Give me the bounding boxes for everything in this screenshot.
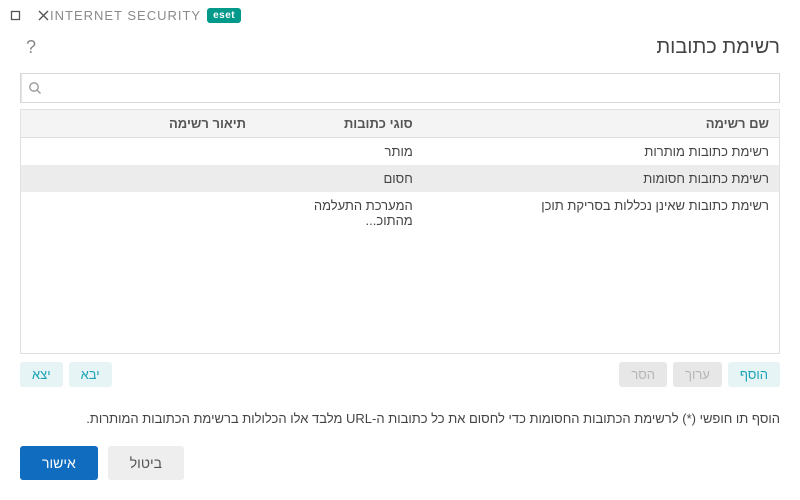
brand-product: INTERNET SECURITY (50, 8, 201, 23)
search-icon[interactable] (21, 74, 47, 102)
add-button[interactable]: הוסף (728, 362, 780, 387)
table-row[interactable]: רשימת כתובות מותרות מותר (21, 138, 779, 165)
table-row[interactable]: רשימת כתובות חסומות חסום (21, 165, 779, 192)
cell-desc (21, 165, 256, 192)
cell-type: מותר (256, 138, 423, 165)
hint-text: הוסף תו חופשי (*) לרשימת הכתובות החסומות… (0, 397, 800, 434)
cell-desc (21, 138, 256, 165)
cell-type: חסום (256, 165, 423, 192)
maximize-icon[interactable] (8, 8, 22, 22)
col-type-header[interactable]: סוגי כתובות (256, 110, 423, 137)
import-button[interactable]: יבא (69, 362, 112, 387)
search-input[interactable] (47, 74, 779, 102)
brand: eset INTERNET SECURITY (50, 8, 241, 23)
close-icon[interactable] (36, 8, 50, 22)
remove-button[interactable]: הסר (619, 362, 667, 387)
cell-name: רשימת כתובות שאינן נכללות בסריקת תוכן (423, 192, 779, 234)
col-desc-header[interactable]: תיאור רשימה (21, 110, 256, 137)
edit-button[interactable]: ערוך (673, 362, 722, 387)
brand-badge: eset (207, 8, 241, 23)
cell-desc (21, 192, 256, 234)
help-icon[interactable]: ? (20, 37, 42, 59)
table-header: שם רשימה סוגי כתובות תיאור רשימה (21, 110, 779, 138)
export-button[interactable]: יצא (20, 362, 63, 387)
search-bar (20, 73, 780, 103)
cancel-button[interactable]: ביטול (108, 446, 184, 480)
ok-button[interactable]: אישור (20, 446, 98, 480)
cell-name: רשימת כתובות מותרות (423, 138, 779, 165)
page-title: רשימת כתובות (42, 36, 780, 59)
table-row[interactable]: רשימת כתובות שאינן נכללות בסריקת תוכן המ… (21, 192, 779, 234)
cell-name: רשימת כתובות חסומות (423, 165, 779, 192)
cell-type: המערכת התעלמה מהתוכ... (256, 192, 423, 234)
col-name-header[interactable]: שם רשימה (423, 110, 779, 137)
address-list-table: שם רשימה סוגי כתובות תיאור רשימה רשימת כ… (20, 109, 780, 354)
